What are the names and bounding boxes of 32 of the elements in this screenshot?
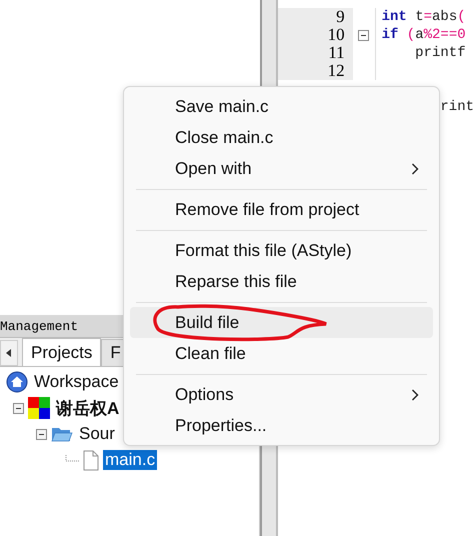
left-arrow-icon [5, 348, 13, 358]
collapse-icon[interactable] [36, 428, 47, 440]
code-line: rint [439, 99, 474, 115]
menu-item[interactable]: Properties... [130, 410, 433, 441]
line-number: 9 [336, 7, 345, 26]
menu-item[interactable]: Remove file from project [130, 194, 433, 225]
code-line: printf [414, 45, 466, 61]
panel-tab[interactable]: Projects [22, 338, 102, 366]
file-icon [83, 450, 99, 470]
tree-item[interactable]: 谢岳权A [54, 396, 122, 420]
menu-item[interactable]: Reparse this file [130, 266, 433, 297]
menu-item[interactable]: Format this file (AStyle) [130, 235, 433, 266]
home-icon [6, 371, 28, 393]
menu-item[interactable]: Open with [130, 153, 433, 184]
collapse-icon[interactable] [13, 402, 24, 414]
panel-title: Management [0, 318, 78, 334]
menu-item[interactable]: Options [130, 379, 433, 410]
code-line: if (a%2==0 [382, 27, 466, 43]
colored-grid-icon [28, 397, 50, 419]
tree-item[interactable]: Workspace [32, 372, 121, 392]
scroll-left-button[interactable] [0, 340, 18, 366]
line-number: 12 [328, 61, 345, 80]
menu-item[interactable]: Save main.c [130, 91, 433, 122]
tree-item[interactable]: Sour [77, 424, 117, 444]
folder-icon [51, 425, 73, 443]
line-number: 11 [328, 43, 345, 62]
menu-item[interactable]: Close main.c [130, 122, 433, 153]
menu-item[interactable]: Clean file [130, 338, 433, 369]
line-number: 10 [328, 25, 345, 44]
tree-item[interactable]: main.c [103, 450, 158, 470]
fold-icon[interactable] [358, 30, 370, 40]
code-line: int t=abs( [382, 9, 466, 25]
